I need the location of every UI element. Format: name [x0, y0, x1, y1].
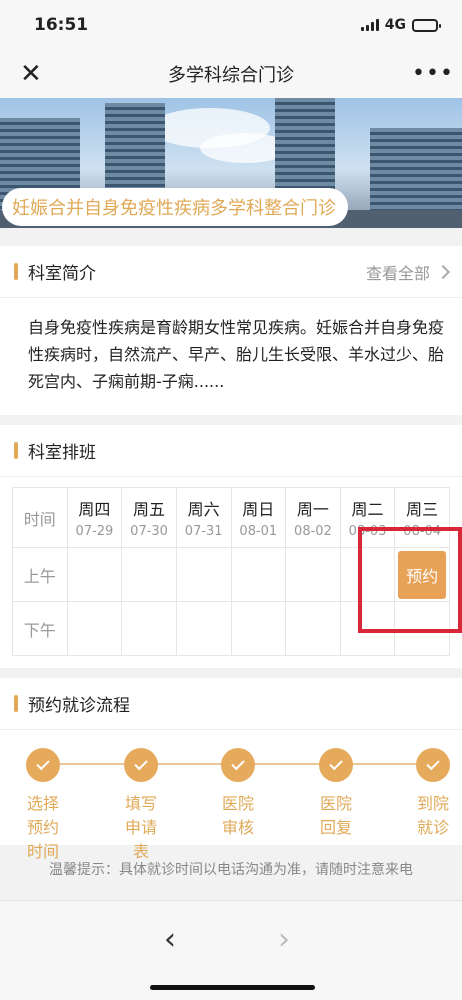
- schedule-table: 时间 周四 07-29 周五 07-30 周六 07-31 周日 08-01 周一 08-…: [12, 487, 450, 656]
- step-label: 填写申请表: [124, 794, 157, 861]
- check-icon: [319, 748, 353, 782]
- day-date: 07-30: [130, 524, 168, 539]
- battery-icon: [412, 18, 441, 32]
- day-header: 周二 08-03: [339, 487, 396, 548]
- back-icon[interactable]: ‹: [164, 925, 176, 955]
- accent-bar: [14, 263, 18, 280]
- forward-icon[interactable]: ›: [278, 925, 290, 955]
- day-name: 周四: [78, 500, 111, 519]
- schedule-cell: [66, 547, 123, 602]
- schedule-cell: [230, 601, 287, 656]
- day-name: 周一: [296, 500, 329, 519]
- day-date: 08-02: [294, 524, 332, 539]
- schedule-cell: [230, 547, 287, 602]
- schedule-cell: [285, 601, 341, 656]
- step-label: 医院回复: [319, 794, 352, 837]
- day-name: 周六: [187, 500, 220, 519]
- intro-title: 科室简介: [28, 264, 96, 284]
- schedule-cell: [66, 601, 123, 656]
- schedule-header: 科室排班: [0, 425, 462, 477]
- morning-row: 上午 预约: [12, 547, 450, 602]
- schedule-cell: [285, 547, 341, 602]
- schedule-cell: [121, 601, 177, 656]
- day-name: 周二: [351, 500, 384, 519]
- schedule-cell: [394, 601, 450, 656]
- signal-icon: [360, 19, 379, 31]
- schedule-cell: [339, 601, 396, 656]
- step-label: 选择预约时间: [26, 794, 59, 861]
- bottom-toolbar: ‹ ›: [0, 900, 462, 1000]
- process-header: 预约就诊流程: [0, 678, 462, 730]
- day-header: 周六 07-31: [175, 487, 232, 548]
- schedule-cell: [175, 547, 232, 602]
- page-title: 多学科综合门诊: [168, 65, 294, 86]
- close-icon[interactable]: ✕: [20, 61, 50, 87]
- process-step: 填写申请表: [106, 748, 176, 864]
- network-type: 4G: [384, 17, 406, 33]
- day-header: 周一 08-02: [285, 487, 341, 548]
- afternoon-row: 下午: [12, 601, 450, 656]
- nav-bar: ✕ 多学科综合门诊 •••: [0, 50, 462, 98]
- process-step: 医院回复: [301, 748, 371, 840]
- day-header: 周三 08-04: [394, 487, 450, 548]
- day-name: 周五: [133, 500, 166, 519]
- schedule-cell: [121, 547, 177, 602]
- process-step: 医院审核: [203, 748, 273, 840]
- row-label-afternoon: 下午: [12, 601, 68, 656]
- status-bar: 16:51 4G: [0, 0, 462, 50]
- check-icon: [26, 748, 60, 782]
- process-step: 到院就诊: [398, 748, 462, 840]
- step-label: 医院审核: [221, 794, 254, 837]
- check-icon: [416, 748, 450, 782]
- process-steps: 选择预约时间 填写申请表 医院审核 医院回复 到院就诊: [0, 730, 462, 861]
- more-icon[interactable]: •••: [412, 63, 453, 85]
- check-icon: [221, 748, 255, 782]
- accent-bar: [14, 695, 18, 712]
- intro-text: 自身免疫性疾病是育龄期女性常见疾病。妊娠合并自身免疫性疾病时，自然流产、早产、胎…: [28, 318, 445, 391]
- day-name: 周日: [242, 500, 275, 519]
- day-date: 07-31: [184, 524, 223, 539]
- banner-title: 妊娠合并自身免疫性疾病多学科整合门诊: [2, 188, 348, 226]
- day-header: 周四 07-29: [66, 487, 123, 548]
- day-header: 周日 08-01: [230, 487, 287, 548]
- accent-bar: [14, 442, 18, 459]
- schedule-title: 科室排班: [28, 443, 96, 463]
- process-title: 预约就诊流程: [28, 696, 130, 716]
- book-button[interactable]: 预约: [398, 550, 447, 599]
- process-step: 选择预约时间: [8, 748, 78, 864]
- day-date: 08-03: [348, 524, 387, 539]
- schedule-cell: [339, 547, 396, 602]
- status-icons: 4G: [360, 17, 441, 33]
- day-date: 08-01: [239, 524, 278, 539]
- step-label: 到院就诊: [416, 794, 449, 837]
- view-all-link[interactable]: 查看全部: [365, 260, 451, 284]
- status-time: 16:51: [34, 15, 89, 35]
- intro-card: 科室简介 查看全部 自身免疫性疾病是育龄期女性常见疾病。妊娠合并自身免疫性疾病时…: [0, 246, 462, 415]
- intro-header: 科室简介 查看全部: [0, 246, 462, 298]
- day-date: 08-04: [403, 524, 442, 539]
- schedule-cell: 预约: [394, 547, 450, 602]
- schedule-card: 科室排班 时间 周四 07-29 周五 07-30 周六 07-31 周日 08-01 …: [0, 425, 462, 668]
- schedule-header-row: 时间 周四 07-29 周五 07-30 周六 07-31 周日 08-01 周一 08-…: [12, 487, 450, 548]
- home-indicator[interactable]: [150, 985, 315, 990]
- row-label-morning: 上午: [12, 547, 68, 602]
- view-all-label: 查看全部: [365, 263, 430, 283]
- time-label: 时间: [12, 487, 68, 548]
- day-date: 07-29: [75, 524, 114, 539]
- day-header: 周五 07-30: [121, 487, 177, 548]
- process-card: 预约就诊流程 选择预约时间 填写申请表 医院审核 医院回复 到院就诊: [0, 678, 462, 861]
- banner-image: 妊娠合并自身免疫性疾病多学科整合门诊: [0, 98, 462, 228]
- day-name: 周三: [406, 500, 439, 519]
- schedule-cell: [175, 601, 232, 656]
- check-icon: [124, 748, 158, 782]
- chevron-right-icon: [435, 264, 451, 279]
